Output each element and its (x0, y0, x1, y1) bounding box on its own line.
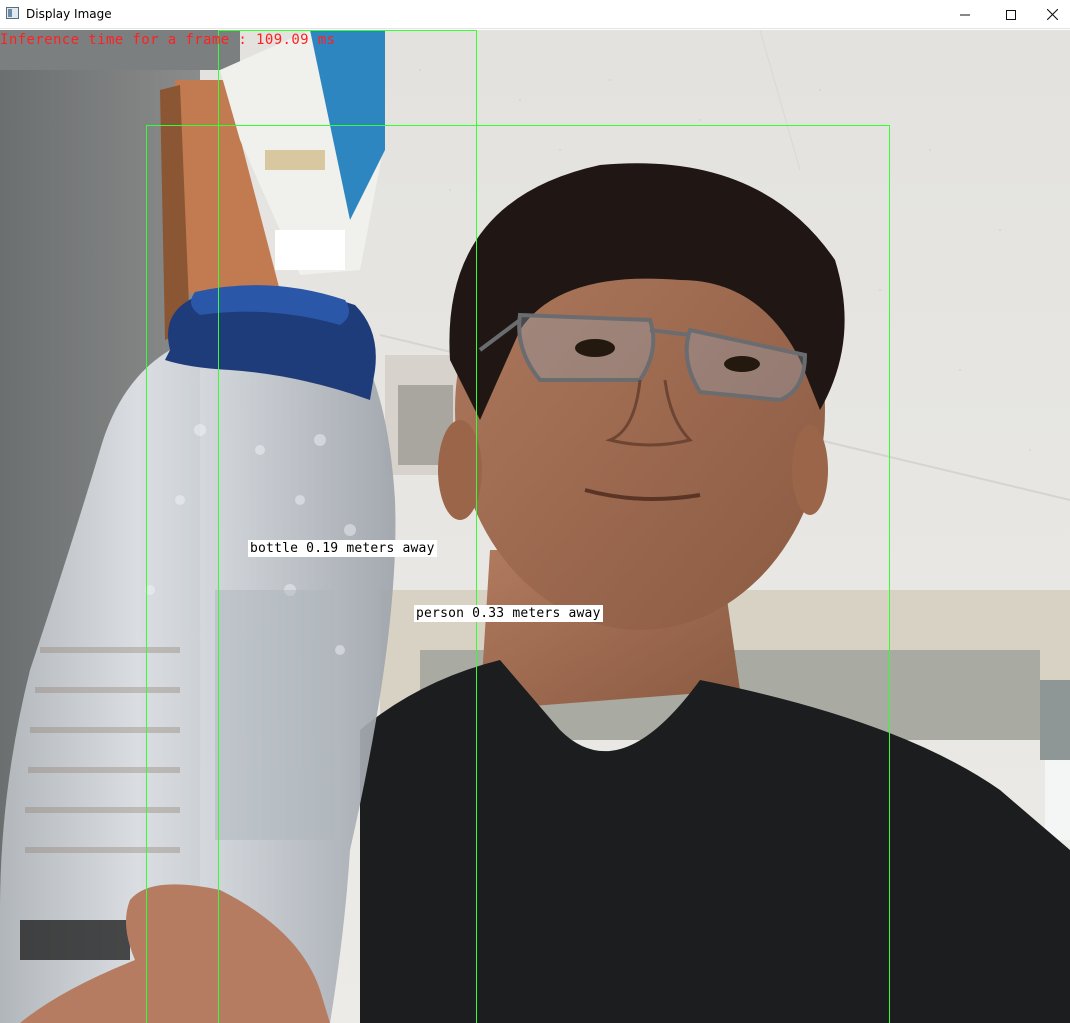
app-window-icon (6, 7, 19, 19)
inference-time-text: Inference time for a frame : 109.09 ms (0, 32, 336, 48)
window-titlebar[interactable]: Display Image (0, 0, 1070, 29)
bottle-distance-label: bottle 0.19 meters away (248, 540, 437, 557)
minimize-button[interactable] (942, 0, 988, 29)
maximize-icon (1006, 9, 1016, 20)
person-bounding-box (146, 125, 890, 1023)
camera-frame: bottle 0.19 meters away person 0.33 mete… (0, 30, 1070, 1023)
maximize-button[interactable] (988, 0, 1034, 29)
close-button[interactable] (1034, 0, 1070, 29)
minimize-icon (960, 14, 970, 15)
person-distance-label: person 0.33 meters away (414, 605, 603, 622)
window-title: Display Image (26, 7, 112, 21)
close-icon (1046, 9, 1058, 20)
